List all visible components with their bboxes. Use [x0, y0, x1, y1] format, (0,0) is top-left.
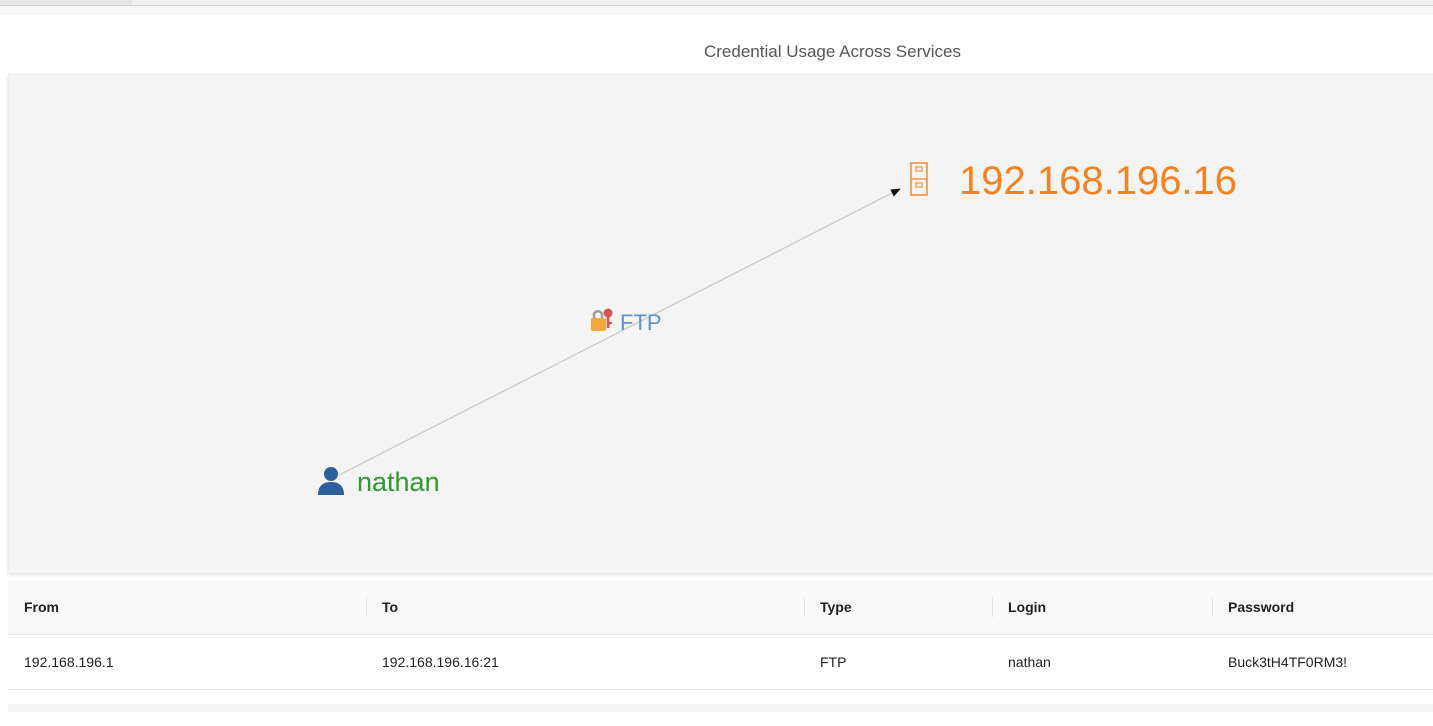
credential-graph[interactable]: nathan 192.168.196.16 FTP	[8, 74, 1433, 573]
top-spacer	[0, 6, 1433, 15]
cell-password: Buck3tH4TF0RM3!	[1228, 653, 1348, 670]
cell-to: 192.168.196.16:21	[382, 653, 499, 670]
graph-canvas	[338, 188, 901, 476]
cell-login: nathan	[1008, 653, 1051, 670]
user-node-label[interactable]: nathan	[357, 467, 440, 498]
top-tab[interactable]	[0, 0, 132, 5]
table-row[interactable]: 192.168.196.1 192.168.196.16:21 FTP nath…	[8, 634, 1433, 689]
bottom-strip	[8, 704, 1433, 712]
column-header-type[interactable]: Type	[804, 580, 992, 634]
column-header-to[interactable]: To	[366, 580, 804, 634]
server-node-label[interactable]: 192.168.196.16	[959, 159, 1237, 204]
credentials-table: From To Type Login Password 192.168.196.…	[8, 580, 1433, 690]
graph-title: Credential Usage Across Services	[703, 42, 961, 61]
lock-key-icon	[591, 308, 613, 331]
user-icon	[318, 467, 344, 495]
cell-type: FTP	[820, 653, 847, 670]
credentials-table-container: From To Type Login Password 192.168.196.…	[8, 580, 1433, 690]
column-header-password[interactable]: Password	[1212, 580, 1433, 634]
edge-label[interactable]: FTP	[620, 310, 662, 336]
column-header-login[interactable]: Login	[992, 580, 1212, 634]
table-header-row: From To Type Login Password	[8, 580, 1433, 634]
cell-from: 192.168.196.1	[24, 653, 114, 670]
column-header-from[interactable]: From	[8, 580, 366, 634]
server-icon	[910, 162, 928, 196]
